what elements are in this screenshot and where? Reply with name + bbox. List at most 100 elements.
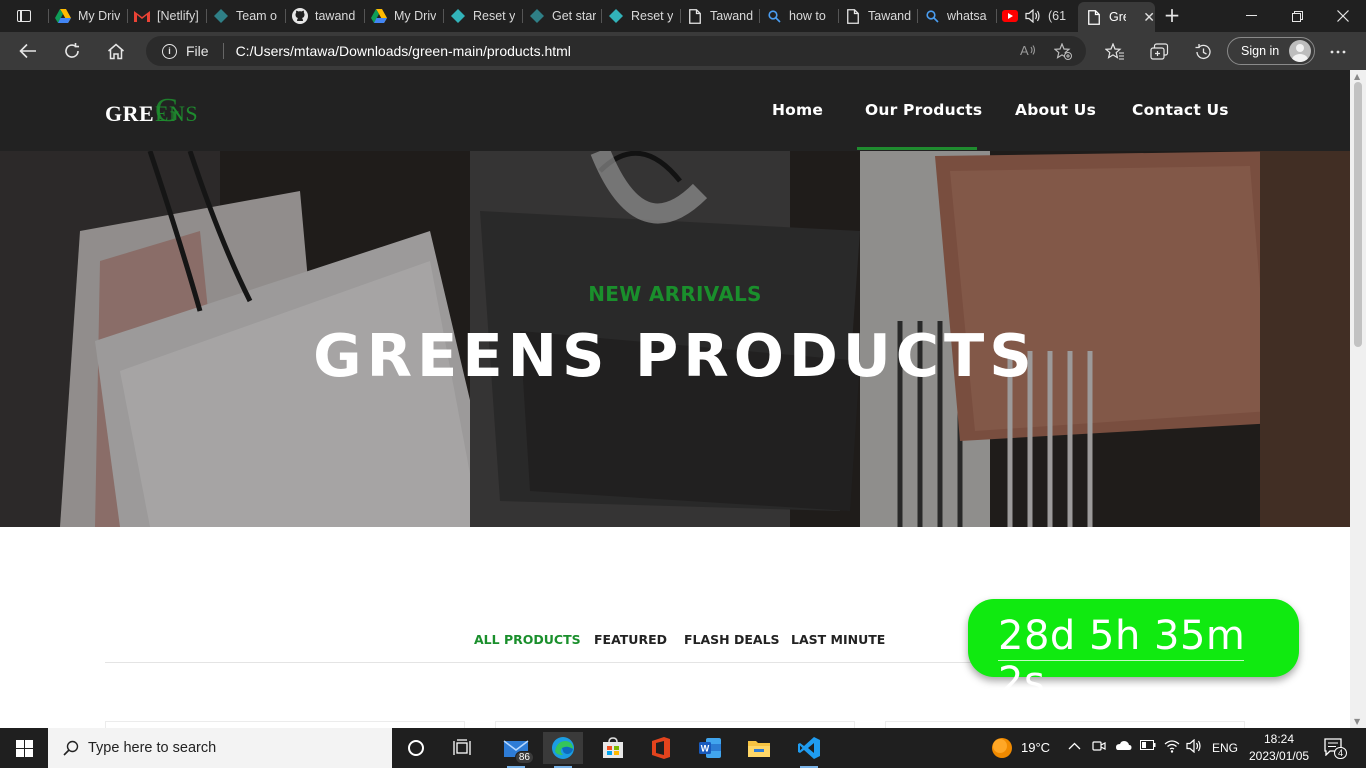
edge-icon [552,737,574,759]
product-card[interactable] [105,721,465,728]
tab-actions-button[interactable] [0,0,48,32]
language-indicator[interactable]: ENG [1212,741,1238,755]
speaker-icon[interactable] [1025,8,1041,24]
vscode-button[interactable] [789,732,829,768]
task-view-button[interactable] [443,732,483,764]
sign-in-button[interactable]: Sign in [1227,37,1315,65]
browser-tab[interactable]: Reset y [450,3,518,29]
tab-separator [680,9,681,23]
taskbar-search[interactable]: Type here to search [48,728,392,768]
tab-separator [838,9,839,23]
browser-tab[interactable]: [Netlify] [134,3,202,29]
new-tab-button[interactable]: + [1160,4,1184,28]
browser-toolbar: i File C:/Users/mtawa/Downloads/green-ma… [0,32,1366,70]
start-button[interactable] [0,728,48,768]
tab-all-products[interactable]: ALL PRODUCTS [474,632,581,647]
address-url[interactable]: C:/Users/mtawa/Downloads/green-main/prod… [236,43,571,59]
search-icon [924,8,940,24]
page-scrollbar[interactable]: ▲ ▼ [1350,70,1366,728]
store-app-button[interactable] [593,732,633,764]
nav-contact-link[interactable]: Contact Us [1132,101,1229,119]
refresh-button[interactable] [57,37,87,65]
cortana-button[interactable] [396,732,436,764]
logo-text: GRE [105,101,155,126]
browser-tab[interactable]: My Driv [371,3,439,29]
mail-badge: 86 [514,751,534,764]
browser-tab[interactable]: (61 [1002,3,1074,29]
weather-icon[interactable] [991,737,1013,763]
scrollbar-thumb[interactable] [1354,82,1362,347]
browser-tab[interactable]: Tawand [687,3,755,29]
chevron-up-icon[interactable] [1068,739,1081,754]
tab-title: [Netlify] [157,9,199,23]
scroll-down-icon[interactable]: ▼ [1354,717,1360,726]
folder-icon [748,741,770,757]
browser-tab[interactable]: Tawand [845,3,913,29]
add-favorite-icon[interactable] [1053,42,1072,64]
tab-featured[interactable]: FEATURED [594,632,667,647]
close-tab-icon[interactable]: ✕ [1143,9,1155,26]
browser-tab[interactable]: how to [766,3,834,29]
weather-temperature[interactable]: 19°C [1021,740,1050,755]
countdown-text: 28d 5h 35m 2s [998,613,1246,705]
clock-date[interactable]: 2023/01/05 [1249,749,1309,763]
tab-title: (61 [1048,9,1067,23]
countdown-underline [998,660,1244,661]
browser-tab[interactable]: Reset y [608,3,676,29]
document-icon [687,8,703,24]
address-bar[interactable]: i File C:/Users/mtawa/Downloads/green-ma… [146,36,1086,66]
tab-separator [601,9,602,23]
tab-separator [206,9,207,23]
close-window-button[interactable] [1320,0,1366,32]
browser-tab[interactable]: whatsa [924,3,992,29]
volume-icon[interactable] [1186,738,1202,757]
home-button[interactable] [101,37,131,65]
browser-tab-active[interactable]: Gre ✕ [1078,2,1155,32]
back-button[interactable] [13,37,43,65]
address-scheme-label: File [186,43,209,59]
edge-browser-button[interactable] [543,732,583,768]
windows-taskbar: Type here to search 86 W 19°C ENG 18:24 … [0,728,1366,768]
browser-tab[interactable]: Get star [529,3,597,29]
wifi-icon[interactable] [1164,739,1180,757]
tab-last-minute[interactable]: LAST MINUTE [791,632,885,647]
collections-icon[interactable] [1148,41,1170,63]
onedrive-cloud-icon[interactable] [1114,739,1132,755]
browser-tab[interactable]: My Driv [55,3,123,29]
product-card[interactable] [885,721,1245,728]
tab-title: Get star [552,9,597,23]
meet-now-icon[interactable] [1092,739,1106,757]
file-explorer-button[interactable] [739,732,779,764]
svg-text:W: W [701,744,710,754]
history-icon[interactable] [1192,41,1214,63]
scroll-up-icon[interactable]: ▲ [1354,72,1360,81]
nav-products-link[interactable]: Our Products [865,101,982,119]
site-logo[interactable]: GRE G ENS [105,92,215,132]
svg-text:A: A [1020,43,1029,57]
gmail-icon [134,8,150,24]
browser-tab[interactable]: tawand [292,3,360,29]
tab-title: Tawand [868,9,912,23]
read-aloud-icon[interactable]: A [1020,43,1037,61]
tab-title: whatsa [947,9,987,23]
battery-icon[interactable] [1140,739,1156,754]
vscode-icon [798,737,820,759]
hero-eyebrow: NEW ARRIVALS [588,282,762,306]
restore-button[interactable] [1274,0,1320,32]
nav-home-link[interactable]: Home [772,101,823,119]
taskbar-search-placeholder: Type here to search [88,740,217,756]
product-card[interactable] [495,721,855,728]
restore-icon [1291,10,1303,22]
tab-flash-deals[interactable]: FLASH DEALS [684,632,780,647]
browser-tab[interactable]: Team o [213,3,281,29]
nav-about-link[interactable]: About Us [1015,101,1096,119]
clock-time[interactable]: 18:24 [1264,732,1294,746]
favorites-icon[interactable] [1104,41,1126,63]
more-options-icon[interactable] [1327,41,1349,63]
minimize-button[interactable] [1228,0,1274,32]
address-divider [222,43,224,59]
info-icon[interactable]: i [162,43,177,59]
mail-app-button[interactable]: 86 [496,732,536,768]
office-app-button[interactable] [641,732,681,764]
word-app-button[interactable]: W [690,732,730,764]
